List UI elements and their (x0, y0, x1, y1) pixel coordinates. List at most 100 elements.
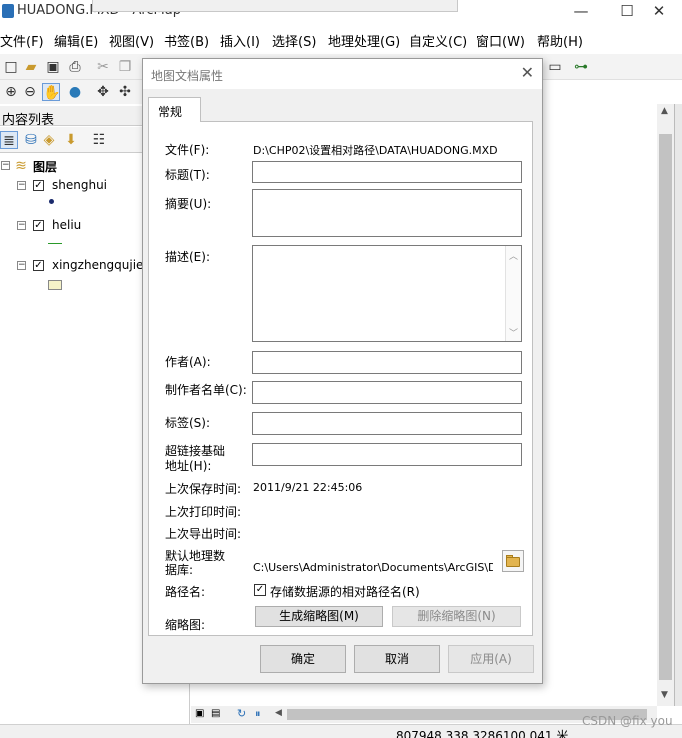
point-symbol-icon (49, 199, 54, 204)
menu-customize[interactable]: 自定义(C) (409, 31, 467, 50)
collapse-icon[interactable]: − (17, 221, 26, 230)
list-by-selection-icon[interactable]: ⬇ (62, 131, 80, 149)
cut-icon[interactable]: ✂ (94, 58, 112, 76)
layer-visibility-checkbox[interactable]: ✓ (33, 180, 44, 191)
fixed-zoom-out-icon[interactable]: ✣ (116, 83, 134, 101)
print-icon[interactable]: ⎙ (66, 58, 84, 76)
toc-options-icon[interactable]: ☷ (90, 131, 108, 149)
layer-name-xingzhengqujie[interactable]: xingzhengqujie (52, 258, 143, 272)
zoom-in-icon[interactable]: ⊕ (2, 83, 20, 101)
watermark-text: CSDN @fix you (582, 714, 673, 728)
line-symbol-icon (48, 243, 62, 244)
cancel-button[interactable]: 取消 (354, 645, 440, 673)
default-gdb-label-line2: 据库: (165, 563, 194, 577)
layer-name-heliu[interactable]: heliu (52, 218, 81, 232)
list-by-drawing-order-icon[interactable]: ≣ (0, 131, 18, 149)
relative-paths-label[interactable]: 存储数据源的相对路径名(R) (270, 583, 420, 600)
status-bar: 807948.338 3286100.041 米 (0, 724, 682, 738)
data-view-icon[interactable]: ▣ (195, 708, 204, 719)
full-extent-globe-icon[interactable]: ● (66, 83, 84, 101)
pause-drawing-icon[interactable]: ⏸ (255, 707, 261, 721)
layers-icon: ≋ (15, 158, 27, 174)
title-label: 标题(T): (165, 168, 210, 182)
last-saved-value: 2011/9/21 22:45:06 (253, 481, 363, 494)
fixed-zoom-in-icon[interactable]: ✥ (94, 83, 112, 101)
tab-general[interactable]: 常规 (148, 97, 201, 122)
list-by-source-icon[interactable]: ⛁ (22, 131, 40, 149)
last-saved-label: 上次保存时间: (165, 482, 242, 496)
menu-file[interactable]: 文件(F) (0, 31, 44, 50)
scroll-down-icon[interactable]: ﹀ (509, 326, 518, 339)
general-panel: 文件(F): D:\CHP02\设置相对路径\DATA\HUADONG.MXD … (148, 121, 533, 636)
summary-input[interactable] (252, 189, 522, 237)
layer-visibility-checkbox[interactable]: ✓ (33, 220, 44, 231)
python-window-icon[interactable]: ▭ (546, 58, 564, 76)
title-input[interactable] (252, 161, 522, 183)
window-titlebar: HUADONG.MXD - ArcMap — ☐ ✕ (0, 0, 682, 24)
scroll-up-icon[interactable]: ︿ (509, 249, 518, 262)
collapse-icon[interactable]: − (17, 261, 26, 270)
description-scrollbar[interactable]: ︿ ﹀ (505, 246, 521, 341)
layers-root-label[interactable]: 图层 (33, 158, 57, 175)
toc-title: 内容列表 (2, 113, 55, 128)
collapse-icon[interactable]: − (17, 181, 26, 190)
file-path-value: D:\CHP02\设置相对路径\DATA\HUADONG.MXD (253, 144, 498, 157)
minimize-button[interactable]: — (558, 0, 604, 24)
hyperlink-base-label-line2: 地址(H): (165, 459, 212, 473)
coordinate-readout: 807948.338 3286100.041 米 (396, 729, 569, 738)
folder-icon (506, 557, 520, 567)
tags-input[interactable] (252, 412, 522, 435)
default-gdb-path: C:\Users\Administrator\Documents\ArcGIS\… (253, 561, 493, 574)
refresh-icon[interactable]: ↻ (237, 707, 246, 720)
credits-input[interactable] (252, 381, 522, 404)
author-input[interactable] (252, 351, 522, 374)
menu-windows[interactable]: 窗口(W) (476, 31, 525, 50)
thumbnail-label: 缩略图: (165, 618, 206, 632)
save-icon[interactable]: ▣ (44, 58, 62, 76)
ok-button[interactable]: 确定 (260, 645, 346, 673)
menu-geoprocessing[interactable]: 地理处理(G) (328, 31, 400, 50)
vertical-scroll-thumb[interactable] (659, 134, 672, 680)
menu-selection[interactable]: 选择(S) (272, 31, 316, 50)
scroll-down-icon[interactable]: ▼ (661, 690, 668, 700)
description-textarea[interactable]: ︿ ﹀ (252, 245, 522, 342)
menu-insert[interactable]: 插入(I) (220, 31, 260, 50)
scroll-left-icon[interactable]: ◀ (275, 708, 282, 718)
dialog-close-icon[interactable]: ✕ (521, 63, 534, 82)
dialog-titlebar: 地图文档属性 ✕ (143, 59, 542, 89)
quick-access-toolbar (92, 0, 458, 12)
polygon-symbol-icon (48, 280, 62, 290)
layer-visibility-checkbox[interactable]: ✓ (33, 260, 44, 271)
hyperlink-base-input[interactable] (252, 443, 522, 466)
file-label: 文件(F): (165, 143, 210, 157)
open-folder-icon[interactable]: ▰ (22, 58, 40, 76)
relative-paths-checkbox[interactable]: ✓ (254, 584, 266, 596)
pan-hand-icon[interactable]: ✋ (42, 83, 60, 101)
description-label: 描述(E): (165, 250, 210, 264)
summary-label: 摘要(U): (165, 197, 212, 211)
browse-folder-button[interactable] (502, 550, 524, 572)
menu-edit[interactable]: 编辑(E) (54, 31, 98, 50)
copy-icon[interactable]: ❐ (116, 58, 134, 76)
new-document-icon[interactable]: □ (2, 58, 20, 76)
last-exported-label: 上次导出时间: (165, 527, 242, 541)
menu-help[interactable]: 帮助(H) (537, 31, 583, 50)
collapse-icon[interactable]: − (1, 161, 10, 170)
delete-thumbnail-button[interactable]: 删除缩略图(N) (392, 606, 521, 627)
make-thumbnail-button[interactable]: 生成缩略图(M) (255, 606, 383, 627)
tags-label: 标签(S): (165, 416, 211, 430)
scroll-up-icon[interactable]: ▲ (661, 106, 668, 116)
model-builder-icon[interactable]: ⊶ (572, 58, 590, 76)
menu-view[interactable]: 视图(V) (109, 31, 154, 50)
vertical-scrollbar[interactable]: ▲ ▼ (657, 104, 674, 706)
window-close-button[interactable]: ✕ (636, 0, 682, 24)
menu-bar: 文件(F) 编辑(E) 视图(V) 书签(B) 插入(I) 选择(S) 地理处理… (0, 28, 682, 50)
layer-name-shenghui[interactable]: shenghui (52, 178, 107, 192)
apply-button[interactable]: 应用(A) (448, 645, 534, 673)
menu-bookmarks[interactable]: 书签(B) (164, 31, 209, 50)
zoom-out-icon[interactable]: ⊖ (21, 83, 39, 101)
author-label: 作者(A): (165, 355, 211, 369)
list-by-visibility-icon[interactable]: ◈ (40, 131, 58, 149)
layout-view-icon[interactable]: ▤ (211, 708, 220, 719)
last-printed-label: 上次打印时间: (165, 505, 242, 519)
